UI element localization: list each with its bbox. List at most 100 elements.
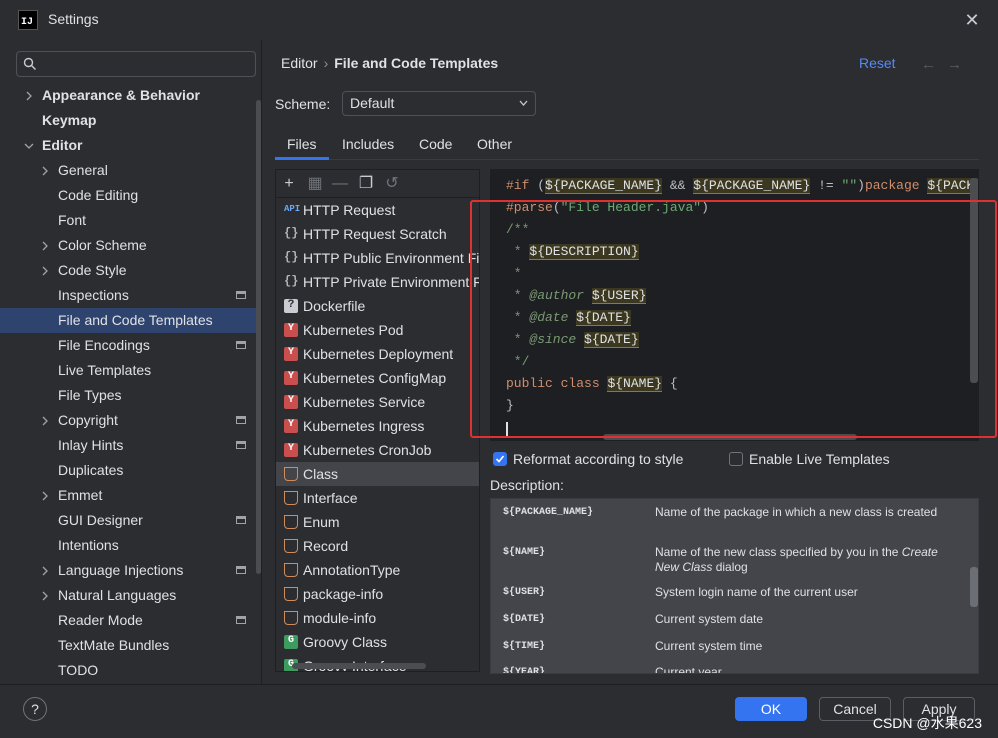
template-list-item[interactable]: {} HTTP Public Environment Fil — [276, 246, 479, 270]
sidebar-item-intentions[interactable]: Intentions — [0, 533, 256, 558]
template-list-item[interactable]: Record — [276, 534, 479, 558]
template-list-item[interactable]: Interface — [276, 486, 479, 510]
sidebar-item-keymap[interactable]: Keymap — [0, 108, 256, 133]
code-token: * — [506, 310, 530, 325]
chevron-right-icon[interactable] — [24, 91, 34, 101]
sidebar-item-code-editing[interactable]: Code Editing — [0, 183, 256, 208]
live-templates-checkbox[interactable]: Enable Live Templates — [729, 451, 890, 467]
template-list-item[interactable]: Y Kubernetes ConfigMap — [276, 366, 479, 390]
checkbox-unchecked-icon[interactable] — [729, 452, 743, 466]
sidebar-item-code-style[interactable]: Code Style — [0, 258, 256, 283]
template-list-item[interactable]: Y Kubernetes Ingress — [276, 414, 479, 438]
template-list-item[interactable]: Enum — [276, 510, 479, 534]
chevron-right-icon[interactable] — [40, 266, 50, 276]
template-list-item[interactable]: Class — [276, 462, 479, 486]
chevron-down-icon[interactable] — [24, 141, 34, 151]
template-list-item[interactable]: package-info — [276, 582, 479, 606]
sidebar-scrollbar[interactable] — [256, 100, 261, 574]
sidebar-item-label: Live Templates — [58, 362, 152, 378]
sidebar-item-inlay-hints[interactable]: Inlay Hints — [0, 433, 256, 458]
description-key: ${NAME} — [503, 547, 546, 558]
sidebar-item-copyright[interactable]: Copyright — [0, 408, 256, 433]
remove-icon[interactable]: — — [332, 176, 348, 192]
reset-icon[interactable]: ↺ — [384, 176, 400, 192]
java-class-icon — [284, 587, 298, 601]
sidebar-item-label: General — [58, 162, 108, 178]
sidebar-item-todo[interactable]: TODO — [0, 658, 256, 683]
sidebar-item-inspections[interactable]: Inspections — [0, 283, 256, 308]
template-list-item[interactable]: Y Kubernetes CronJob — [276, 438, 479, 462]
editor-vertical-scrollbar[interactable] — [970, 178, 978, 383]
scheme-value: Default — [350, 95, 395, 111]
chevron-right-icon[interactable] — [40, 416, 50, 426]
add-icon[interactable]: + — [281, 176, 297, 192]
chevron-right-icon[interactable] — [40, 491, 50, 501]
sidebar-item-language-injections[interactable]: Language Injections — [0, 558, 256, 583]
copy-icon[interactable]: ❐ — [358, 176, 374, 192]
sidebar-item-duplicates[interactable]: Duplicates — [0, 458, 256, 483]
template-list-item[interactable]: Y Kubernetes Pod — [276, 318, 479, 342]
code-variable: ${DATE} — [576, 310, 631, 326]
chevron-right-icon[interactable] — [40, 566, 50, 576]
sidebar-item-textmate-bundles[interactable]: TextMate Bundles — [0, 633, 256, 658]
sidebar-item-color-scheme[interactable]: Color Scheme — [0, 233, 256, 258]
forward-arrow-icon[interactable]: → — [947, 56, 962, 73]
checkbox-checked-icon[interactable] — [493, 452, 507, 466]
sidebar-item-file-encodings[interactable]: File Encodings — [0, 333, 256, 358]
template-list-item[interactable]: module-info — [276, 606, 479, 630]
template-list-item[interactable]: API HTTP Request — [276, 198, 479, 222]
back-arrow-icon[interactable]: ← — [921, 56, 936, 73]
template-list-item[interactable]: {} HTTP Private Environment F — [276, 270, 479, 294]
template-tabs: Files Includes Code Other — [275, 134, 979, 160]
code-variable: ${DESCRIPTION} — [529, 244, 639, 260]
scheme-dropdown[interactable]: Default — [342, 91, 536, 116]
sidebar-item-label: Editor — [42, 137, 83, 153]
template-list-item[interactable]: {} HTTP Request Scratch — [276, 222, 479, 246]
sidebar-item-live-templates[interactable]: Live Templates — [0, 358, 256, 383]
yaml-icon: Y — [284, 323, 298, 337]
template-list-panel: + ▦ — ❐ ↺ API HTTP Request {} HTTP Request … — [275, 169, 480, 672]
template-list-item[interactable]: G Groovy Class — [276, 630, 479, 654]
add-child-icon[interactable]: ▦ — [307, 176, 323, 192]
editor-horizontal-scrollbar[interactable] — [603, 434, 857, 440]
sidebar-item-general[interactable]: General — [0, 158, 256, 183]
sidebar-item-editor[interactable]: Editor — [0, 133, 256, 158]
breadcrumb-root[interactable]: Editor — [281, 55, 318, 71]
template-list-item[interactable]: AnnotationType — [276, 558, 479, 582]
template-code-editor[interactable]: #if (${PACKAGE_NAME} && ${PACKAGE_NAME} … — [490, 169, 979, 441]
sidebar-item-appearance-behavior[interactable]: Appearance & Behavior — [0, 83, 256, 108]
sidebar-item-file-and-code-templates[interactable]: File and Code Templates — [0, 308, 256, 333]
sidebar-item-file-types[interactable]: File Types — [0, 383, 256, 408]
ok-button[interactable]: OK — [735, 697, 807, 721]
description-scrollbar[interactable] — [970, 567, 978, 607]
tab-files[interactable]: Files — [275, 134, 329, 160]
yaml-icon: Y — [284, 419, 298, 433]
sidebar-item-natural-languages[interactable]: Natural Languages — [0, 583, 256, 608]
code-variable: ${USER} — [591, 288, 647, 304]
sidebar-item-reader-mode[interactable]: Reader Mode — [0, 608, 256, 633]
template-list-item[interactable]: ? Dockerfile — [276, 294, 479, 318]
code-token: package — [864, 178, 920, 193]
tab-code[interactable]: Code — [407, 134, 464, 160]
reset-link[interactable]: Reset — [859, 55, 896, 71]
search-box[interactable] — [16, 51, 256, 77]
help-button[interactable]: ? — [23, 697, 47, 721]
dialog-button-bar: ? OK Cancel Apply CSDN @水果623 — [0, 684, 998, 738]
yaml-icon: Y — [284, 443, 298, 457]
chevron-right-icon[interactable] — [40, 166, 50, 176]
search-input[interactable] — [43, 54, 251, 74]
close-icon[interactable]: ✕ — [962, 10, 982, 30]
template-list-item[interactable]: Y Kubernetes Deployment — [276, 342, 479, 366]
tab-includes[interactable]: Includes — [330, 134, 406, 160]
code-token: != — [810, 178, 842, 193]
template-list-item[interactable]: Y Kubernetes Service — [276, 390, 479, 414]
sidebar-item-emmet[interactable]: Emmet — [0, 483, 256, 508]
reformat-checkbox[interactable]: Reformat according to style — [493, 451, 683, 467]
chevron-right-icon[interactable] — [40, 241, 50, 251]
chevron-right-icon[interactable] — [40, 591, 50, 601]
sidebar-item-gui-designer[interactable]: GUI Designer — [0, 508, 256, 533]
tab-other[interactable]: Other — [465, 134, 524, 160]
template-list-scrollbar[interactable] — [292, 663, 426, 669]
sidebar-item-font[interactable]: Font — [0, 208, 256, 233]
code-token: { — [662, 376, 678, 391]
